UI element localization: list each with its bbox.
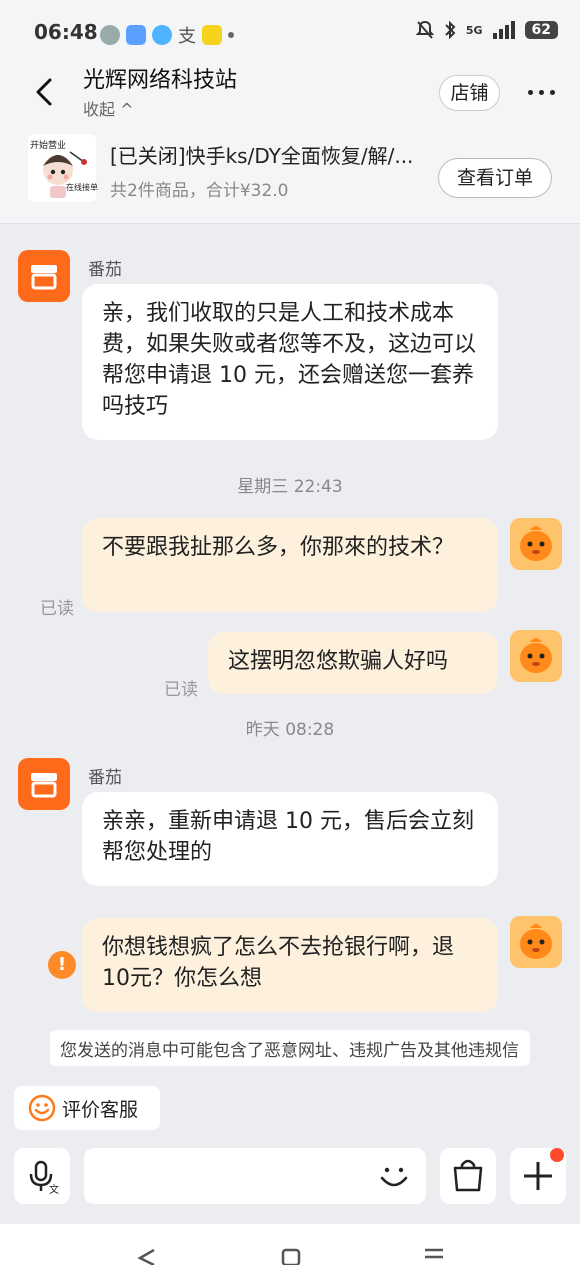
shop-title[interactable]: 光辉网络科技站 <box>83 62 237 94</box>
sender-name: 番茄 <box>88 768 122 788</box>
shopping-bag-icon <box>453 1159 483 1192</box>
system-nav-bar <box>0 1224 580 1265</box>
voice-input-button[interactable]: 文 <box>14 1148 70 1204</box>
battery-icon: 62 <box>524 21 558 39</box>
cartoon-avatar-icon <box>510 518 562 570</box>
input-bar: 文 <box>0 1140 580 1216</box>
send-failed-icon[interactable]: ! <box>48 951 76 979</box>
smile-icon <box>28 1094 56 1122</box>
notification-badge <box>550 1148 564 1162</box>
sender-name: 番茄 <box>88 260 122 280</box>
shop-avatar[interactable] <box>18 758 70 810</box>
timestamp: 昨天 08:28 <box>245 720 335 740</box>
mute-icon <box>415 20 434 39</box>
signal-icon <box>492 21 515 39</box>
nav-back-icon[interactable] <box>136 1248 158 1265</box>
browser-app-icon <box>152 25 172 45</box>
message-bubble[interactable]: 亲，我们收取的只是人工和技术成本费，如果失败或者您等不及，这边可以帮您申请退 1… <box>82 284 498 440</box>
status-bar: 06:48 支 5G 62 <box>0 0 580 62</box>
nav-home-icon[interactable] <box>281 1248 301 1265</box>
user-avatar[interactable] <box>510 916 562 968</box>
user-avatar[interactable] <box>510 630 562 682</box>
rate-service-button[interactable]: 评价客服 <box>14 1086 160 1130</box>
message-bubble[interactable]: 你想钱想疯了怎么不去抢银行啊，退10元？你怎么想 <box>82 918 498 1012</box>
chat-header: 光辉网络科技站 收起 ^ 店铺 <box>0 62 580 124</box>
wechat-icon <box>100 25 120 45</box>
network-type: 5G <box>465 23 483 37</box>
shop-avatar[interactable] <box>18 250 70 302</box>
chevron-left-icon <box>36 78 52 106</box>
rate-service-label: 评价客服 <box>62 1098 139 1121</box>
message-bubble[interactable]: 亲亲，重新申请退 10 元，售后会立刻帮您处理的 <box>82 792 498 886</box>
back-button[interactable] <box>28 74 64 110</box>
svg-text:文: 文 <box>49 1183 59 1196</box>
user-avatar[interactable] <box>510 518 562 570</box>
emoji-button[interactable] <box>372 1154 416 1198</box>
alipay-icon: 支 <box>178 26 196 47</box>
cartoon-avatar-icon <box>510 630 562 682</box>
timestamp: 星期三 22:43 <box>237 477 343 497</box>
emoji-icon <box>380 1167 408 1187</box>
yy-app-icon <box>202 25 222 45</box>
order-summary: 共2件商品，合计¥32.0 <box>110 181 289 201</box>
thumb-caption-top: 开始营业 <box>30 141 67 151</box>
store-icon <box>31 265 57 290</box>
status-indicators: 5G 62 <box>415 20 558 40</box>
system-notice: 您发送的消息中可能包含了恶意网址、违规广告及其他违规信息，请注意甄别并谨慎操作 <box>50 1030 530 1066</box>
message-bubble[interactable]: 这摆明忽悠欺骗人好吗 <box>208 632 498 694</box>
more-dot-icon <box>539 90 544 95</box>
read-receipt: 已读 <box>164 680 198 700</box>
bluetooth-icon <box>445 20 456 40</box>
more-dot-icon <box>528 90 533 95</box>
shopping-bag-button[interactable] <box>440 1148 496 1204</box>
order-card[interactable]: 开始营业 在线接单 [已关闭]快手ks/DY全面恢复/解/... 共2件商品，合… <box>0 124 580 224</box>
view-order-button[interactable]: 查看订单 <box>438 158 552 198</box>
cartoon-avatar-icon <box>510 916 562 968</box>
microphone-icon: 文 <box>29 1160 59 1196</box>
status-time: 06:48 <box>34 20 98 44</box>
more-button[interactable] <box>528 90 555 95</box>
read-receipt: 已读 <box>40 599 74 619</box>
store-icon <box>31 773 57 798</box>
nav-menu-icon[interactable] <box>423 1248 445 1265</box>
thumb-caption-bottom: 在线接单 <box>66 183 98 192</box>
cloud-app-icon <box>126 25 146 45</box>
more-dot-icon <box>550 90 555 95</box>
order-title: [已关闭]快手ks/DY全面恢复/解/... <box>110 144 414 168</box>
store-button[interactable]: 店铺 <box>439 75 500 111</box>
status-app-icons: 支 <box>100 22 234 48</box>
notification-dot-icon <box>228 32 234 38</box>
message-bubble[interactable]: 不要跟我扯那么多，你那來的技术？ <box>82 518 498 612</box>
collapse-toggle[interactable]: 收起 ^ <box>83 96 134 120</box>
